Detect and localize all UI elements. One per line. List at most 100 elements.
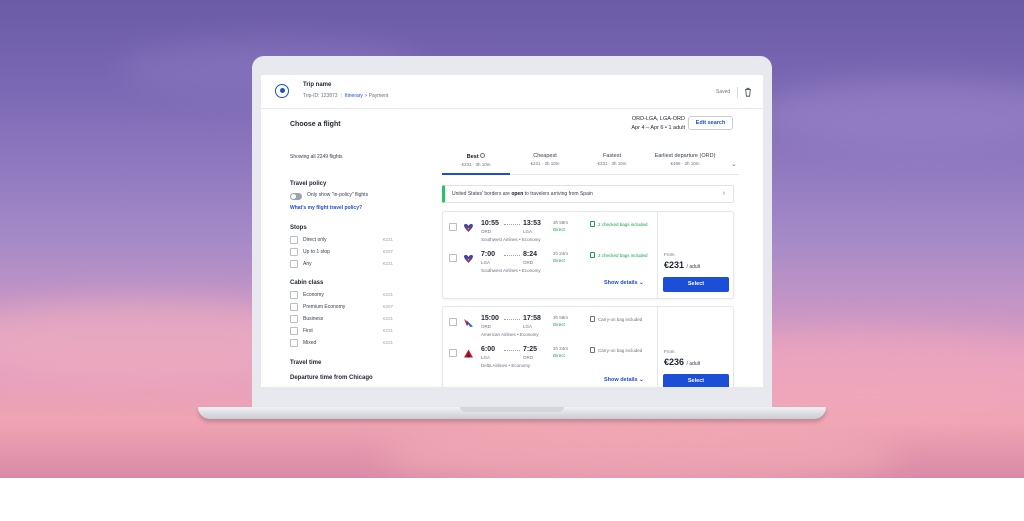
carrier: Southwest Airlines • Economy bbox=[481, 237, 541, 242]
page-title: Choose a flight bbox=[290, 121, 341, 128]
tab-sub: €231 · 3h 10m bbox=[461, 162, 491, 167]
arrival-time: 17:58 bbox=[523, 315, 541, 322]
divider: | bbox=[340, 93, 342, 99]
filter-option[interactable]: Mixed €231 bbox=[290, 339, 400, 348]
divider bbox=[737, 87, 738, 98]
arrival-airport: ORD bbox=[523, 260, 533, 265]
option-label: Up to 1 stop bbox=[303, 249, 330, 255]
travel-time-title: Travel time bbox=[290, 360, 322, 366]
travel-policy-title: Travel policy bbox=[290, 181, 327, 187]
tab-earliest-departure[interactable]: Earliest departure (ORD) €496 · 3h 10m bbox=[644, 153, 726, 175]
flight-leg: 15:00 ORD 17:58 LGA 3h 58m Direct Carry-… bbox=[443, 312, 657, 337]
info-icon[interactable] bbox=[480, 153, 486, 158]
tab-label: Cheapest bbox=[533, 153, 557, 159]
show-details-link[interactable]: Show details ⌄ bbox=[604, 280, 644, 286]
saved-status: Saved bbox=[716, 89, 731, 95]
option-price: €231 bbox=[383, 328, 394, 333]
chevron-down-icon: ⌄ bbox=[639, 280, 644, 286]
checkbox[interactable] bbox=[449, 223, 457, 231]
checkbox[interactable] bbox=[449, 349, 457, 357]
arrival-airport: LGA bbox=[523, 324, 533, 329]
stops: Direct bbox=[553, 322, 565, 327]
departure-time: 6:00 bbox=[481, 346, 496, 353]
checkbox[interactable] bbox=[290, 291, 298, 299]
tab-label: Earliest departure (ORD) bbox=[654, 153, 716, 159]
tab-best[interactable]: Best €231 · 3h 10m bbox=[442, 153, 510, 175]
option-label: Business bbox=[303, 316, 324, 322]
route-line bbox=[504, 350, 520, 351]
divider bbox=[657, 307, 658, 387]
filter-option[interactable]: Any €231 bbox=[290, 260, 400, 269]
stops: Direct bbox=[553, 353, 565, 358]
route-line bbox=[504, 319, 520, 320]
tab-sub: €496 · 3h 10m bbox=[670, 161, 700, 166]
filter-option[interactable]: Premium Economy €207 bbox=[290, 303, 400, 312]
carrier: American Airlines • Economy bbox=[481, 332, 539, 337]
departure-time: 10:55 bbox=[481, 220, 499, 227]
option-price: €231 bbox=[383, 261, 394, 266]
flight-leg: 6:00 LGA 7:25 ORD 2h 24m Direct Carry-on… bbox=[443, 343, 657, 368]
tab-sub: €231 · 3h 10m bbox=[597, 161, 627, 166]
route-line bbox=[504, 255, 520, 256]
price-from-label: From bbox=[664, 252, 675, 257]
option-price: €207 bbox=[383, 249, 394, 254]
select-button[interactable]: Select bbox=[663, 374, 729, 387]
american-logo-icon bbox=[464, 319, 473, 327]
show-details-link[interactable]: Show details ⌄ bbox=[604, 377, 644, 383]
chevron-down-icon[interactable]: ⌄ bbox=[731, 160, 737, 168]
checkbox[interactable] bbox=[290, 248, 298, 256]
southwest-logo-icon bbox=[464, 223, 473, 232]
baggage-info: 2 checked bags included bbox=[590, 252, 648, 258]
arrival-airport: ORD bbox=[523, 355, 533, 360]
baggage-info: Carry-on bag included bbox=[590, 316, 642, 322]
departure-airport: ORD bbox=[481, 229, 491, 234]
departure-airport: ORD bbox=[481, 324, 491, 329]
checkbox[interactable] bbox=[449, 318, 457, 326]
results-count: Showing all 2249 flights bbox=[290, 154, 343, 160]
filter-option[interactable]: Economy €231 bbox=[290, 291, 400, 300]
chevron-right-icon: › bbox=[722, 190, 725, 197]
travel-notice[interactable]: United States' borders are open to trave… bbox=[442, 185, 734, 203]
baggage-text: 2 checked bags included bbox=[598, 222, 648, 227]
tab-cheapest[interactable]: Cheapest €231 · 3h 10m bbox=[510, 153, 580, 175]
in-policy-toggle[interactable] bbox=[290, 193, 302, 200]
filter-option[interactable]: First €231 bbox=[290, 327, 400, 336]
laptop-frame: Trip name Trip-ID: 123873 | Itinerary > Pa… bbox=[252, 56, 772, 412]
divider bbox=[657, 212, 658, 298]
breadcrumb-itinerary[interactable]: Itinerary bbox=[345, 93, 363, 99]
edit-search-button[interactable]: Edit search bbox=[688, 116, 733, 130]
trip-id: Trip-ID: 123873 bbox=[303, 93, 338, 99]
filter-option[interactable]: Up to 1 stop €207 bbox=[290, 248, 400, 257]
breadcrumb-separator: > bbox=[364, 93, 368, 99]
checkbox[interactable] bbox=[290, 315, 298, 323]
option-price: €231 bbox=[383, 237, 394, 242]
option-price: €231 bbox=[383, 340, 394, 345]
duration: 2h 24m bbox=[553, 251, 569, 256]
baggage-text: Carry-on bag included bbox=[598, 348, 643, 353]
checkbox[interactable] bbox=[290, 236, 298, 244]
app-header: Trip name Trip-ID: 123873 | Itinerary > Pa… bbox=[261, 75, 763, 109]
filter-option[interactable]: Direct only €231 bbox=[290, 236, 400, 245]
compass-logo-icon[interactable] bbox=[275, 84, 289, 98]
trash-icon[interactable] bbox=[744, 87, 752, 97]
checkbox[interactable] bbox=[449, 254, 457, 262]
checkbox[interactable] bbox=[290, 327, 298, 335]
flight-result-card: 15:00 ORD 17:58 LGA 3h 58m Direct Carry-… bbox=[442, 306, 734, 387]
filter-option[interactable]: Business €231 bbox=[290, 315, 400, 324]
arrival-airport: LGA bbox=[523, 229, 533, 234]
bag-icon bbox=[590, 252, 595, 258]
tab-fastest[interactable]: Fastest €231 · 3h 10m bbox=[580, 153, 644, 175]
breadcrumb-payment[interactable]: Payment bbox=[369, 93, 389, 99]
checkbox[interactable] bbox=[290, 260, 298, 268]
sort-tabs: Best €231 · 3h 10m Cheapest €231 · 3h 10… bbox=[442, 153, 739, 175]
option-price: €231 bbox=[383, 292, 394, 297]
page-bottom-band bbox=[0, 478, 1024, 521]
price-value: €236 bbox=[664, 357, 685, 367]
departure-time: 15:00 bbox=[481, 315, 499, 322]
checkbox[interactable] bbox=[290, 339, 298, 347]
travel-policy-link[interactable]: What's my flight travel policy? bbox=[290, 205, 362, 211]
checkbox[interactable] bbox=[290, 303, 298, 311]
bag-icon bbox=[590, 221, 595, 227]
select-button[interactable]: Select bbox=[663, 277, 729, 292]
bag-icon bbox=[590, 347, 595, 353]
